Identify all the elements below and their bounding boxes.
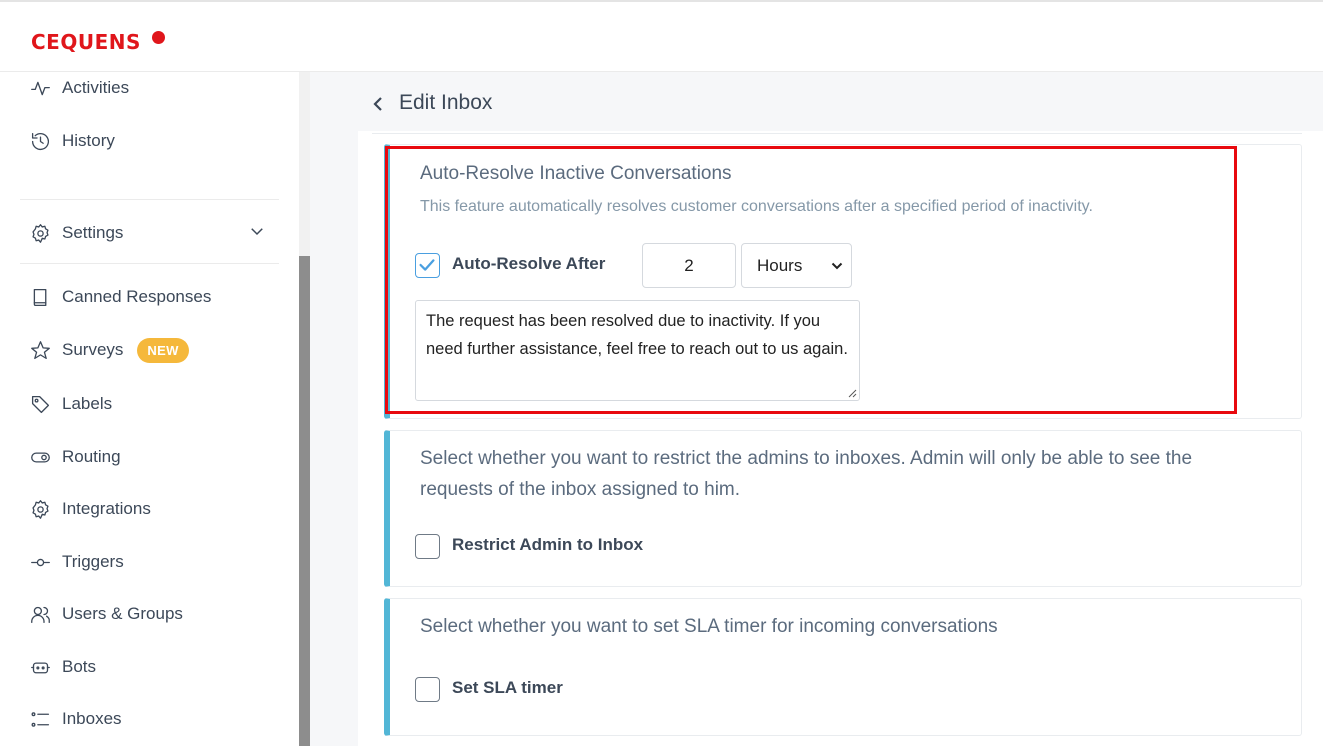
gear-icon — [32, 499, 49, 519]
resize-handle-icon[interactable] — [847, 388, 857, 398]
checkmark-icon — [419, 259, 435, 271]
sidebar-item-label: Routing — [62, 447, 121, 466]
sidebar-item-users-groups[interactable]: Users & Groups — [30, 599, 183, 629]
gear-icon — [32, 223, 49, 243]
sla-description: Select whether you want to set SLA timer… — [420, 616, 998, 637]
auto-resolve-unit-value: Hours — [757, 256, 803, 275]
sidebar-item-label: Activities — [62, 78, 130, 97]
chevron-down-icon — [831, 262, 843, 270]
sidebar-item-history[interactable]: History — [30, 126, 115, 156]
activity-icon — [31, 81, 50, 95]
back-arrow-icon[interactable] — [370, 93, 386, 115]
previous-card-edge — [372, 131, 1302, 134]
star-icon — [31, 340, 50, 359]
top-bar: CEQUENS — [0, 0, 1323, 72]
sidebar-item-label: Users & Groups — [62, 604, 183, 623]
auto-resolve-checkbox-label: Auto-Resolve After — [452, 254, 606, 273]
sla-card: Select whether you want to set SLA timer… — [384, 598, 1302, 736]
sidebar-item-surveys[interactable]: Surveys NEW — [30, 335, 189, 365]
sidebar-divider — [20, 199, 279, 200]
sidebar-item-canned-responses[interactable]: Canned Responses — [30, 282, 211, 312]
sidebar-item-label: Bots — [62, 657, 97, 676]
sla-timer-checkbox-label: Set SLA timer — [452, 678, 563, 697]
sidebar-item-label: Inboxes — [62, 709, 122, 728]
auto-resolve-message-textarea[interactable]: The request has been resolved due to ina… — [415, 300, 860, 401]
brand-logo[interactable]: CEQUENS — [31, 30, 141, 54]
sidebar-item-label: Triggers — [62, 552, 124, 571]
auto-resolve-title: Auto-Resolve Inactive Conversations — [420, 163, 732, 184]
sidebar-item-labels[interactable]: Labels — [30, 389, 112, 419]
history-icon — [31, 132, 50, 150]
sla-timer-checkbox[interactable] — [415, 677, 440, 702]
auto-resolve-unit-select[interactable]: Hours — [741, 243, 852, 288]
page-title: Edit Inbox — [399, 91, 493, 114]
sidebar-item-label: Integrations — [62, 499, 151, 518]
sidebar-item-label: Labels — [62, 394, 113, 413]
bot-icon — [31, 661, 50, 673]
sidebar-item-routing[interactable]: Routing — [30, 442, 121, 472]
sidebar-item-label: Canned Responses — [62, 287, 212, 306]
new-badge: NEW — [137, 337, 189, 363]
sidebar-item-inboxes[interactable]: Inboxes — [30, 704, 122, 734]
sidebar-item-activities[interactable]: Activities — [30, 73, 129, 103]
restrict-admin-checkbox[interactable] — [415, 534, 440, 559]
restrict-admin-description: Select whether you want to restrict the … — [420, 448, 1193, 500]
list-icon — [31, 711, 50, 727]
chevron-down-icon[interactable] — [248, 222, 266, 240]
book-icon — [33, 288, 47, 306]
auto-resolve-description: This feature automatically resolves cust… — [420, 198, 1093, 215]
sidebar-item-label: Settings — [62, 223, 124, 242]
brand-logo-dot — [152, 31, 165, 44]
users-icon — [31, 606, 50, 623]
sidebar-divider — [20, 263, 279, 264]
restrict-admin-card: Select whether you want to restrict the … — [384, 430, 1302, 587]
sidebar-item-triggers[interactable]: Triggers — [30, 547, 124, 577]
auto-resolve-amount-input[interactable]: 2 — [642, 243, 736, 288]
sidebar-item-label: Surveys — [62, 340, 124, 359]
toggle-icon — [31, 451, 50, 463]
tag-icon — [31, 395, 50, 413]
sidebar-item-integrations[interactable]: Integrations — [30, 494, 151, 524]
auto-resolve-message-text: The request has been resolved due to ina… — [426, 312, 848, 358]
restrict-admin-checkbox-label: Restrict Admin to Inbox — [452, 535, 644, 554]
sidebar-item-settings[interactable]: Settings — [30, 218, 123, 248]
sidebar-item-bots[interactable]: Bots — [30, 652, 96, 682]
auto-resolve-checkbox[interactable] — [415, 253, 440, 278]
sidebar-scrollbar-thumb[interactable] — [299, 256, 310, 746]
sidebar-item-label: History — [62, 131, 115, 150]
trigger-icon — [31, 558, 50, 566]
